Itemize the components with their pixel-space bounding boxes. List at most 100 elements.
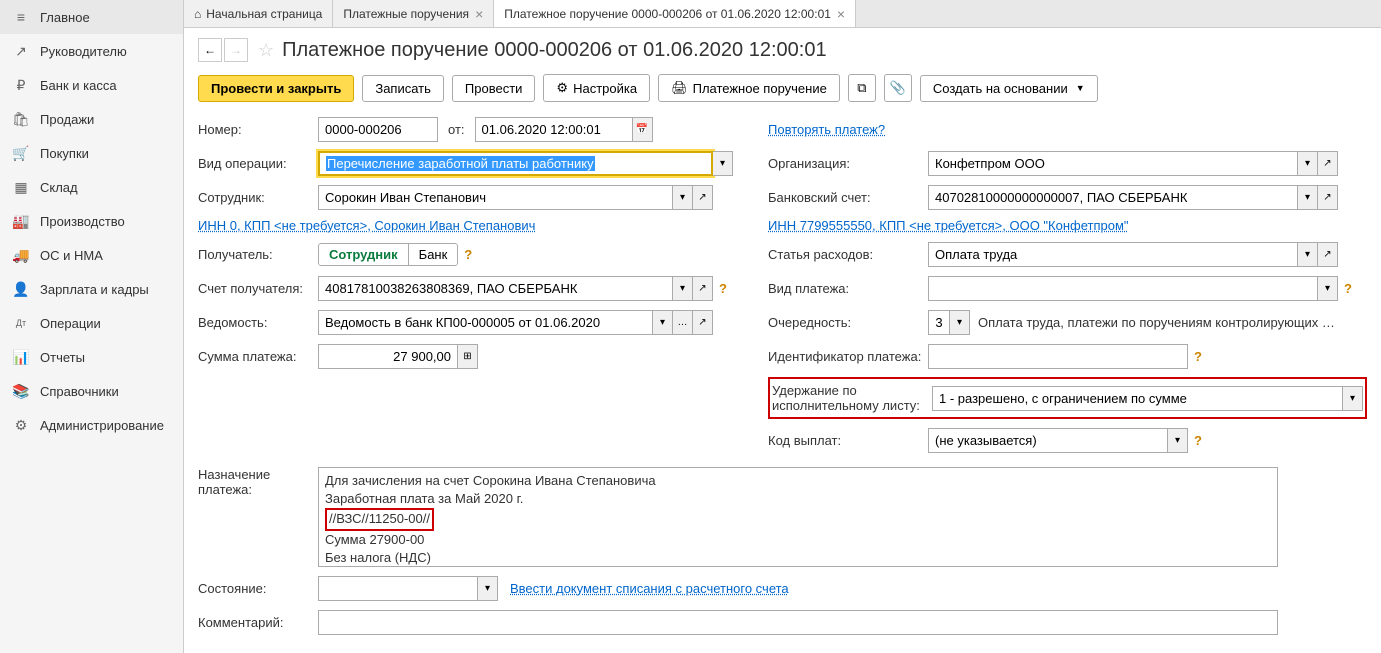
sidebar-item-assets[interactable]: 🚚ОС и НМА — [0, 238, 183, 272]
create-based-button[interactable]: Создать на основании▼ — [920, 75, 1098, 102]
operation-select[interactable]: Перечисление заработной платы работнику — [318, 151, 713, 176]
sidebar-item-operations[interactable]: ДтОперации — [0, 306, 183, 340]
sidebar-item-sales[interactable]: 🛍Продажи — [0, 102, 183, 136]
recipient-employee-button[interactable]: Сотрудник — [319, 244, 408, 265]
sidebar-label: Зарплата и кадры — [40, 282, 149, 297]
payment-id-input[interactable] — [928, 344, 1188, 369]
calendar-button[interactable]: 📅 — [633, 117, 653, 142]
expense-label: Статья расходов: — [768, 247, 928, 262]
forward-button[interactable]: → — [224, 38, 248, 62]
post-button[interactable]: Провести — [452, 75, 536, 102]
stepper-button[interactable]: ▾ — [950, 310, 970, 335]
dropdown-button[interactable]: ▾ — [673, 185, 693, 210]
status-input[interactable] — [318, 576, 478, 601]
dropdown-button[interactable]: ▾ — [713, 151, 733, 176]
help-icon[interactable]: ? — [1194, 433, 1202, 448]
save-button[interactable]: Записать — [362, 75, 444, 102]
dropdown-button[interactable]: ▾ — [478, 576, 498, 601]
vedomost-input[interactable] — [318, 310, 653, 335]
calc-button[interactable]: ⊞ — [458, 344, 478, 369]
print-button[interactable]: 🖨Платежное поручение — [658, 74, 840, 102]
recipient-acc-input[interactable] — [318, 276, 673, 301]
dropdown-button[interactable]: ▾ — [1168, 428, 1188, 453]
back-button[interactable]: ← — [198, 38, 222, 62]
payment-type-label: Вид платежа: — [768, 281, 928, 296]
grid-icon: ▦ — [12, 178, 30, 196]
tab-home[interactable]: ⌂Начальная страница — [184, 0, 333, 27]
employee-label: Сотрудник: — [198, 190, 318, 205]
comment-input[interactable] — [318, 610, 1278, 635]
repeat-link[interactable]: Повторять платеж? — [768, 122, 885, 137]
tab-payment-doc[interactable]: Платежное поручение 0000-000206 от 01.06… — [494, 0, 856, 27]
tab-payments[interactable]: Платежные поручения× — [333, 0, 494, 27]
inn-link-right[interactable]: ИНН 7799555550, КПП <не требуется>, ООО … — [768, 218, 1129, 233]
recipient-bank-button[interactable]: Банк — [408, 244, 458, 265]
dt-icon: Дт — [12, 314, 30, 332]
ruble-icon: ₽ — [12, 76, 30, 94]
employee-input[interactable] — [318, 185, 673, 210]
factory-icon: 🏭 — [12, 212, 30, 230]
sidebar-label: Склад — [40, 180, 78, 195]
dropdown-button[interactable]: ▾ — [1298, 151, 1318, 176]
more-button[interactable]: … — [673, 310, 693, 335]
purpose-textarea[interactable]: Для зачисления на счет Сорокина Ивана Ст… — [318, 467, 1278, 567]
dropdown-button[interactable]: ▾ — [1298, 242, 1318, 267]
dropdown-button[interactable]: ▾ — [673, 276, 693, 301]
comment-label: Комментарий: — [198, 615, 318, 630]
help-icon[interactable]: ? — [1194, 349, 1202, 364]
bank-acc-input[interactable] — [928, 185, 1298, 210]
open-button[interactable]: ↗ — [693, 310, 713, 335]
payment-type-input[interactable] — [928, 276, 1318, 301]
person-icon: 👤 — [12, 280, 30, 298]
help-icon[interactable]: ? — [464, 247, 472, 262]
withhold-input[interactable] — [932, 386, 1343, 411]
number-input[interactable] — [318, 117, 438, 142]
books-icon: 📚 — [12, 382, 30, 400]
chevron-down-icon: ▾ — [720, 158, 725, 169]
sidebar-item-bank[interactable]: ₽Банк и касса — [0, 68, 183, 102]
sidebar-label: Покупки — [40, 146, 89, 161]
help-icon[interactable]: ? — [1344, 281, 1352, 296]
org-input[interactable] — [928, 151, 1298, 176]
sidebar-item-purchases[interactable]: 🛒 Покупки — [0, 136, 183, 170]
dropdown-button[interactable]: ▾ — [1343, 386, 1363, 411]
dropdown-button[interactable]: ▾ — [653, 310, 673, 335]
sidebar-item-admin[interactable]: ⚙Администрирование — [0, 408, 183, 442]
cart-icon: 🛒 — [12, 144, 30, 162]
amount-input[interactable] — [318, 344, 458, 369]
number-label: Номер: — [198, 122, 318, 137]
date-input[interactable] — [475, 117, 633, 142]
open-button[interactable]: ↗ — [1318, 242, 1338, 267]
post-close-button[interactable]: Провести и закрыть — [198, 75, 354, 102]
dropdown-button[interactable]: ▾ — [1318, 276, 1338, 301]
home-icon: ⌂ — [194, 7, 201, 21]
help-icon[interactable]: ? — [719, 281, 727, 296]
priority-input[interactable] — [928, 310, 950, 335]
sidebar-item-refs[interactable]: 📚Справочники — [0, 374, 183, 408]
star-icon[interactable]: ☆ — [258, 40, 274, 61]
attach-button[interactable]: 📎 — [884, 74, 912, 102]
open-button[interactable]: ↗ — [693, 185, 713, 210]
expense-input[interactable] — [928, 242, 1298, 267]
open-button[interactable]: ↗ — [1318, 151, 1338, 176]
bag-icon: 🛍 — [12, 110, 30, 128]
close-icon[interactable]: × — [475, 6, 483, 22]
payments-code-input[interactable] — [928, 428, 1168, 453]
structure-button[interactable]: ⧉ — [848, 74, 876, 102]
sidebar-item-warehouse[interactable]: ▦ Склад — [0, 170, 183, 204]
sidebar-item-main[interactable]: ≡Главное — [0, 0, 183, 34]
page-title: Платежное поручение 0000-000206 от 01.06… — [282, 39, 826, 62]
writeoff-link[interactable]: Ввести документ списания с расчетного сч… — [510, 581, 789, 596]
sidebar-item-production[interactable]: 🏭Производство — [0, 204, 183, 238]
sidebar-item-reports[interactable]: 📊Отчеты — [0, 340, 183, 374]
inn-link-left[interactable]: ИНН 0, КПП <не требуется>, Сорокин Иван … — [198, 218, 535, 233]
purpose-label: Назначение платежа: — [198, 467, 318, 497]
sidebar-item-manager[interactable]: ↗Руководителю — [0, 34, 183, 68]
withhold-label: Удержание по исполнительному листу: — [772, 383, 932, 413]
open-button[interactable]: ↗ — [693, 276, 713, 301]
open-button[interactable]: ↗ — [1318, 185, 1338, 210]
close-icon[interactable]: × — [837, 6, 845, 22]
sidebar-item-salary[interactable]: 👤 Зарплата и кадры — [0, 272, 183, 306]
dropdown-button[interactable]: ▾ — [1298, 185, 1318, 210]
settings-button[interactable]: ⚙Настройка — [543, 74, 650, 102]
